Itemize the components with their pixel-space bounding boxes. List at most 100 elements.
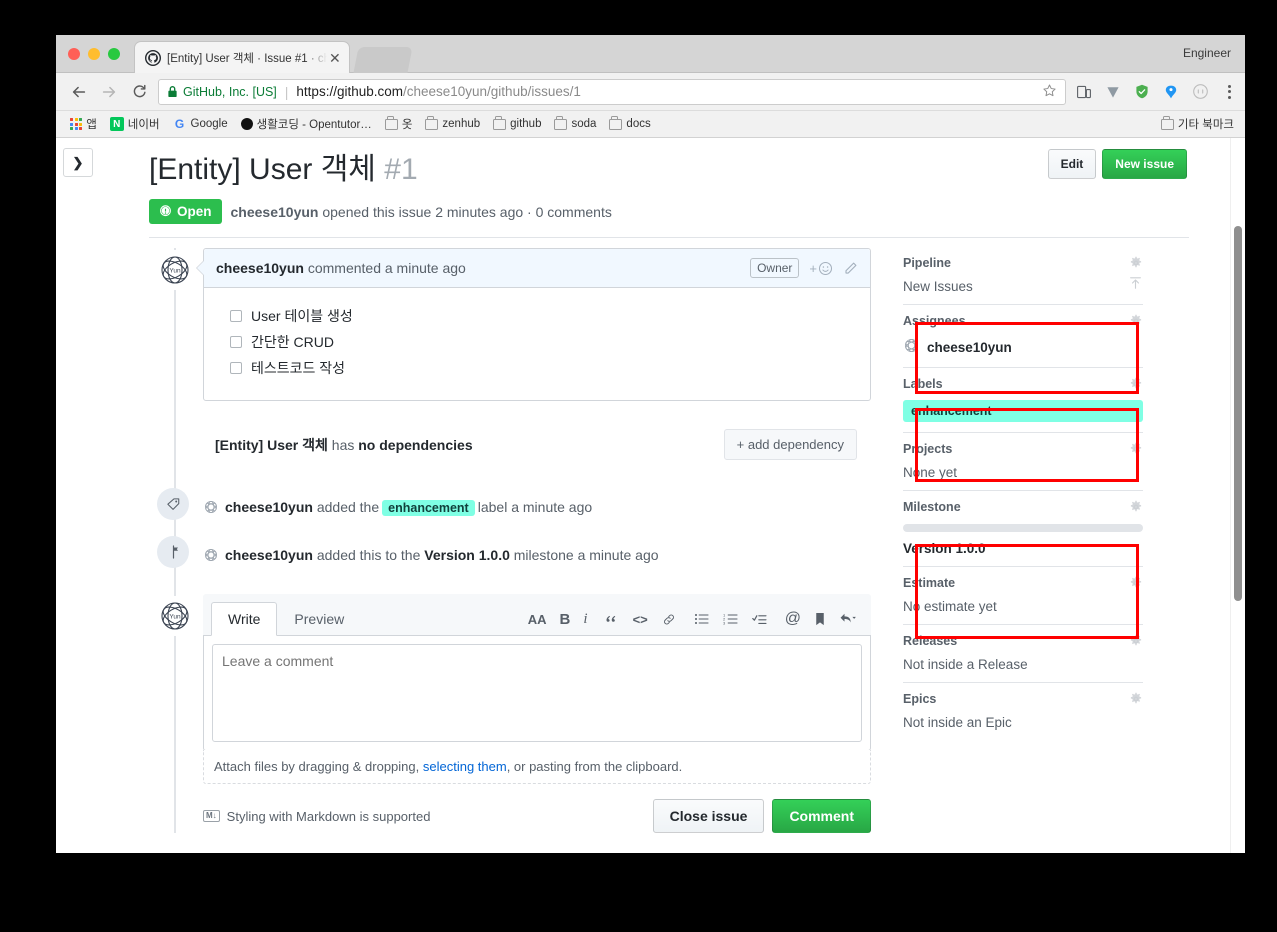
saved-reply-icon[interactable] xyxy=(814,612,826,627)
forward-button[interactable] xyxy=(94,78,124,106)
gear-icon[interactable] xyxy=(1129,256,1143,270)
maximize-window-button[interactable] xyxy=(108,48,120,60)
tab-write[interactable]: Write xyxy=(211,602,278,636)
owner-badge[interactable]: Owner xyxy=(750,258,800,278)
profile-avatar-icon[interactable] xyxy=(1190,82,1210,102)
link-icon[interactable] xyxy=(661,612,677,627)
timeline-actor: cheese10yun xyxy=(225,547,313,563)
bookmark-folder-zenhub[interactable]: zenhub xyxy=(420,116,485,132)
bookmark-opentutorials[interactable]: 생활코딩 - Opentutor… xyxy=(236,114,377,134)
gear-icon[interactable] xyxy=(1129,500,1143,514)
sidebar-section-pipeline: Pipeline New Issues xyxy=(903,256,1143,304)
gear-icon[interactable] xyxy=(1129,314,1143,328)
milestone-name[interactable]: Version 1.0.0 xyxy=(424,547,510,563)
browser-tab-active[interactable]: [Entity] User 객체 · Issue #1 · ch ✕ xyxy=(134,41,350,73)
markdown-icon: M↓ xyxy=(203,810,220,822)
select-files-link[interactable]: selecting them xyxy=(423,759,507,774)
gear-icon[interactable] xyxy=(1129,442,1143,456)
edit-comment-icon[interactable] xyxy=(843,261,858,276)
lock-icon xyxy=(167,85,178,98)
markdown-text-group: AA B i xyxy=(528,611,588,627)
task-checkbox[interactable] xyxy=(230,362,242,374)
scrollbar-thumb[interactable] xyxy=(1234,226,1242,601)
comment-button[interactable]: Comment xyxy=(772,799,871,833)
sidebar-title: Estimate xyxy=(903,576,1143,590)
task-label: User 테이블 생성 xyxy=(251,308,353,324)
avatar[interactable]: Yun xyxy=(155,596,195,636)
reload-button[interactable] xyxy=(124,78,154,106)
gear-icon[interactable] xyxy=(1129,576,1143,590)
bookmark-apps[interactable]: 앱 xyxy=(65,114,102,134)
tab-preview[interactable]: Preview xyxy=(277,602,361,636)
new-comment-form: Yun Write Preview AA B i <> 1 2 3 @ Leav… xyxy=(149,594,871,833)
bookmark-folder-soda[interactable]: soda xyxy=(549,116,601,132)
vimium-extension-icon[interactable] xyxy=(1103,82,1123,102)
bookmark-folder-ot[interactable]: 옷 xyxy=(380,114,418,134)
task-list-icon[interactable] xyxy=(751,612,768,626)
gear-icon[interactable] xyxy=(1129,377,1143,391)
bold-icon[interactable]: B xyxy=(560,612,571,627)
issue-meta-text: cheese10yun opened this issue 2 minutes … xyxy=(231,204,612,220)
bookmark-label: docs xyxy=(626,118,651,130)
issue-meta: Open cheese10yun opened this issue 2 min… xyxy=(149,199,1227,224)
estimate-value: No estimate yet xyxy=(903,599,997,614)
sidebar-title: Milestone xyxy=(903,500,1143,514)
address-bar[interactable]: GitHub, Inc. [US] | https://github.com/c… xyxy=(158,78,1066,105)
avatar[interactable]: Yun xyxy=(155,250,195,290)
milestone-value[interactable]: Version 1.0.0 xyxy=(903,541,1143,556)
bookmark-star-icon[interactable] xyxy=(1034,83,1057,101)
task-checkbox[interactable] xyxy=(230,310,242,322)
browser-window: [Entity] User 객체 · Issue #1 · ch ✕ Engin… xyxy=(56,35,1245,853)
close-window-button[interactable] xyxy=(68,48,80,60)
device-toolbar-icon[interactable] xyxy=(1074,82,1094,102)
yandex-extension-icon[interactable] xyxy=(1161,82,1181,102)
mention-icon[interactable]: @ xyxy=(785,611,801,627)
folder-icon xyxy=(384,116,398,130)
unordered-list-icon[interactable] xyxy=(694,612,710,626)
github-issue-page: ❯ Edit New issue [Entity] User 객체 #1 Ope… xyxy=(56,138,1230,853)
bookmark-folder-github[interactable]: github xyxy=(488,116,546,132)
sidebar-title-label: Projects xyxy=(903,442,953,456)
attach-pre-text: Attach files by dragging & dropping, xyxy=(214,759,423,774)
new-tab-slot[interactable] xyxy=(353,47,413,73)
bookmark-naver[interactable]: N 네이버 xyxy=(105,114,165,134)
window-controls xyxy=(68,48,120,60)
window-user-label: Engineer xyxy=(1182,46,1231,60)
new-issue-button[interactable]: New issue xyxy=(1102,149,1187,179)
repo-sidebar-toggle-button[interactable]: ❯ xyxy=(63,148,93,177)
svg-text:Yun: Yun xyxy=(169,268,181,275)
close-issue-button[interactable]: Close issue xyxy=(652,799,765,833)
gear-icon[interactable] xyxy=(1129,692,1143,706)
heading-icon[interactable]: AA xyxy=(528,613,547,626)
quote-icon[interactable] xyxy=(605,612,620,627)
label-chip[interactable]: enhancement xyxy=(382,499,475,516)
back-button[interactable] xyxy=(64,78,94,106)
gear-icon[interactable] xyxy=(1129,634,1143,648)
bookmark-folder-docs[interactable]: docs xyxy=(604,116,655,132)
move-to-top-icon[interactable] xyxy=(1128,275,1143,294)
close-tab-button[interactable]: ✕ xyxy=(329,51,343,65)
reply-icon[interactable] xyxy=(839,612,857,626)
label-chip[interactable]: enhancement xyxy=(903,400,1143,422)
bookmark-google[interactable]: G Google xyxy=(168,115,233,133)
ordered-list-icon[interactable]: 123 xyxy=(723,612,739,626)
adblock-shield-icon[interactable] xyxy=(1132,82,1152,102)
task-checkbox[interactable] xyxy=(230,336,242,348)
minimize-window-button[interactable] xyxy=(88,48,100,60)
issue-author: cheese10yun xyxy=(230,203,319,220)
sidebar-title-label: Labels xyxy=(903,377,943,391)
bookmark-other-bookmarks[interactable]: 기타 북마크 xyxy=(1156,114,1236,134)
add-reaction-icon[interactable]: + xyxy=(809,261,833,276)
task-list-item: 간단한 CRUD xyxy=(220,330,854,356)
page-scrollbar[interactable] xyxy=(1230,138,1245,853)
browser-menu-button[interactable] xyxy=(1219,84,1237,99)
add-dependency-button[interactable]: + add dependency xyxy=(723,429,857,460)
comment-input[interactable] xyxy=(212,644,862,742)
folder-icon xyxy=(1160,116,1174,130)
assignee-item[interactable]: cheese10yun xyxy=(903,337,1143,357)
italic-icon[interactable]: i xyxy=(583,611,587,627)
edit-button[interactable]: Edit xyxy=(1047,149,1097,179)
sidebar-section-projects: Projects None yet xyxy=(903,432,1143,490)
code-icon[interactable]: <> xyxy=(633,613,648,626)
bookmark-label: 앱 xyxy=(86,119,97,131)
